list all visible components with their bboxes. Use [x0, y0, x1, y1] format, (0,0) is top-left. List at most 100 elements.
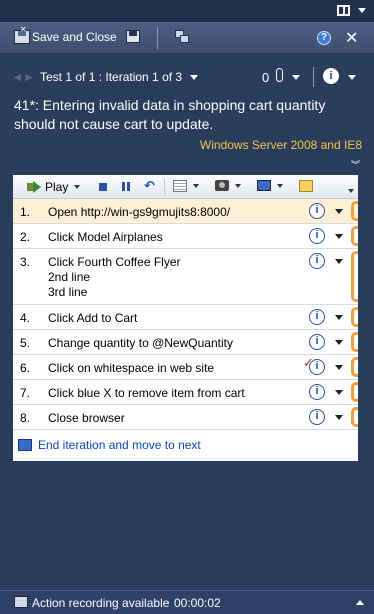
pause-button[interactable]: [122, 182, 130, 191]
end-iteration-icon: [18, 439, 32, 451]
step-failed-info-icon[interactable]: i: [303, 356, 325, 375]
step-number: 7.: [20, 386, 31, 400]
step-row[interactable]: 4. Click Add to Cart i: [13, 305, 358, 330]
play-label: Play: [45, 180, 69, 194]
test-steps-panel: Play ↶ 1. Open http://win-gs9gmujits8:80…: [13, 175, 358, 461]
switch-windows-icon[interactable]: [175, 30, 191, 44]
expand-status-icon[interactable]: [356, 600, 364, 605]
step-info-icon[interactable]: i: [309, 409, 325, 425]
step-marker: [351, 332, 358, 352]
test-info-chevron-down-icon[interactable]: [348, 75, 356, 80]
step-text: Click blue X to remove item from cart: [48, 386, 245, 400]
comment-button[interactable]: [299, 180, 313, 192]
step-row[interactable]: 6. Click on whitespace in web site i: [13, 355, 358, 380]
action-recording-icon: [14, 596, 28, 608]
step-status-chevron-down-icon[interactable]: [335, 390, 343, 395]
steps-toolbar-overflow-chevron-icon[interactable]: [348, 189, 354, 193]
step-marker: [351, 407, 358, 427]
toolbar-separator: [157, 27, 158, 49]
step-number: 2.: [20, 230, 31, 244]
test-case-title: 41*: Entering invalid data in shopping c…: [14, 97, 326, 132]
recording-status-text: Action recording available: [32, 596, 170, 610]
collapse-chevron-down-icon[interactable]: ︾: [351, 158, 360, 171]
step-text: Click Add to Cart: [48, 311, 138, 325]
step-number: 1.: [20, 205, 31, 219]
attachment-chevron-down-icon[interactable]: [292, 75, 300, 80]
play-icon: [27, 181, 41, 193]
step-status-chevron-down-icon[interactable]: [335, 340, 343, 345]
save-and-close-button[interactable]: Save and Close: [14, 25, 117, 44]
grid-chevron-down-icon[interactable]: [193, 184, 199, 188]
step-status-chevron-down-icon[interactable]: [335, 415, 343, 420]
screenshot-button[interactable]: [215, 180, 241, 191]
play-chevron-down-icon[interactable]: [74, 185, 81, 189]
camera-chevron-down-icon[interactable]: [235, 183, 241, 188]
test-iteration-label[interactable]: Test 1 of 1 : Iteration 1 of 3: [40, 70, 182, 84]
save-close-icon: [14, 25, 30, 44]
step-marker: [351, 226, 358, 246]
attachment-count: 0: [262, 70, 270, 85]
recording-time: 00:00:02: [174, 596, 221, 610]
test-iteration-chevron-down-icon[interactable]: [190, 75, 198, 80]
step-marker: [351, 382, 358, 402]
end-iteration-link[interactable]: End iteration and move to next: [18, 438, 201, 452]
step-row[interactable]: 2. Click Model Airplanes i: [13, 224, 358, 249]
step-text: Close browser: [48, 411, 125, 425]
system-info-chevron-down-icon[interactable]: [277, 183, 283, 188]
test-info-icon[interactable]: i: [323, 68, 339, 84]
pause-icon: [122, 182, 130, 191]
step-status-chevron-down-icon[interactable]: [335, 234, 343, 239]
steps-toolbar-separator: [164, 179, 165, 195]
play-button[interactable]: Play: [27, 180, 81, 194]
stop-icon: [99, 183, 107, 191]
step-status-chevron-down-icon[interactable]: [335, 209, 343, 214]
system-info-button[interactable]: [257, 180, 283, 191]
step-row[interactable]: 8. Close browser i: [13, 405, 358, 430]
help-icon[interactable]: ?: [317, 31, 331, 45]
step-status-chevron-down-icon[interactable]: [335, 315, 343, 320]
status-bar: Action recording available 00:00:02: [0, 590, 374, 614]
step-row[interactable]: 3. Click Fourth Coffee Flyer 2nd line 3r…: [13, 249, 358, 305]
save-and-close-label: Save and Close: [32, 30, 117, 44]
grid-icon: [173, 180, 187, 192]
undo-button[interactable]: ↶: [144, 178, 155, 194]
previous-next-arrows-icon[interactable]: ◀ ▶: [14, 72, 33, 83]
step-number: 3.: [20, 255, 31, 269]
step-number: 8.: [20, 411, 31, 425]
grid-button[interactable]: [173, 180, 199, 192]
step-info-icon[interactable]: i: [309, 228, 325, 244]
dock-icon[interactable]: [337, 5, 350, 16]
test-navigation-bar: ◀ ▶ Test 1 of 1 : Iteration 1 of 3 0 i: [0, 64, 374, 90]
step-info-icon[interactable]: i: [309, 334, 325, 350]
step-info-icon[interactable]: i: [309, 253, 325, 269]
step-info-icon[interactable]: i: [309, 384, 325, 400]
step-info-icon[interactable]: i: [309, 309, 325, 325]
stop-button[interactable]: [99, 183, 107, 191]
window-title-bar: [0, 0, 374, 22]
close-icon[interactable]: ✕: [345, 28, 358, 48]
computer-icon: [257, 180, 271, 191]
step-marker: [351, 251, 358, 302]
step-info-icon[interactable]: i: [309, 203, 325, 219]
step-row[interactable]: 1. Open http://win-gs9gmujits8:8000/ i: [13, 199, 358, 224]
step-text: Open http://win-gs9gmujits8:8000/: [48, 205, 231, 219]
test-configuration: Windows Server 2008 and IE8: [199, 138, 362, 152]
camera-icon: [215, 180, 229, 191]
step-row[interactable]: 5. Change quantity to @NewQuantity i: [13, 330, 358, 355]
step-row[interactable]: 7. Click blue X to remove item from cart…: [13, 380, 358, 405]
step-marker: [351, 201, 358, 221]
step-number: 6.: [20, 361, 31, 375]
paperclip-icon[interactable]: [276, 68, 283, 82]
step-text: Click Fourth Coffee Flyer 2nd line 3rd l…: [48, 255, 181, 299]
undo-icon: ↶: [144, 178, 155, 193]
step-number: 4.: [20, 311, 31, 325]
step-marker: [351, 307, 358, 327]
steps-toolbar: Play ↶: [13, 175, 358, 199]
step-marker: [351, 357, 358, 377]
step-status-chevron-down-icon[interactable]: [335, 365, 343, 370]
step-text: Click on whitespace in web site: [48, 361, 215, 375]
window-menu-chevron-down-icon[interactable]: [358, 8, 366, 13]
save-icon[interactable]: [126, 30, 140, 43]
step-status-chevron-down-icon[interactable]: [335, 259, 343, 264]
step-text: Change quantity to @NewQuantity: [48, 336, 233, 350]
